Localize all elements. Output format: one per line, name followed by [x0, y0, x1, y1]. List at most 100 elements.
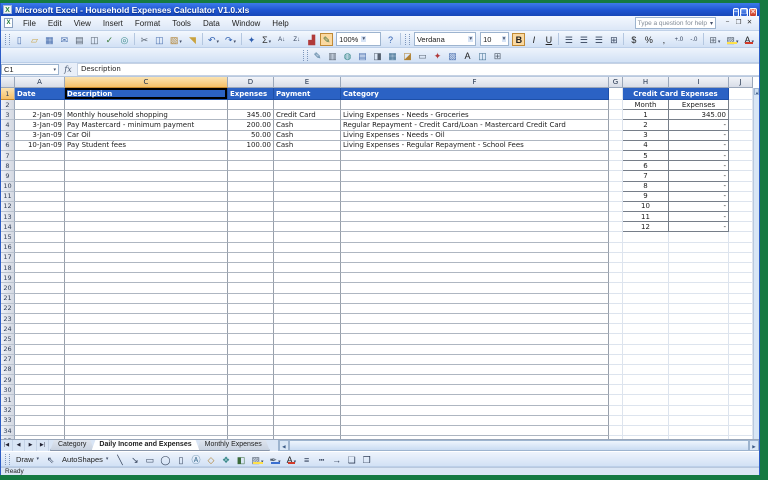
spelling-icon[interactable]: ✓ [103, 33, 116, 46]
currency-icon[interactable]: $ [627, 33, 640, 46]
cell-i[interactable] [669, 304, 729, 314]
cell-j[interactable] [729, 375, 753, 385]
dash-style-icon[interactable]: ┅ [315, 453, 328, 466]
cell-j[interactable] [729, 182, 753, 192]
cell-h[interactable] [623, 243, 669, 253]
print-icon[interactable]: ▤ [73, 33, 86, 46]
cc-month[interactable]: 1 [623, 110, 669, 120]
cell-category[interactable] [341, 375, 609, 385]
cell-date[interactable] [15, 232, 65, 242]
menu-help[interactable]: Help [266, 18, 294, 29]
cell-expenses[interactable] [228, 161, 274, 171]
cell-expenses[interactable] [228, 314, 274, 324]
row-header-25[interactable]: 25 [1, 334, 15, 344]
cell-category[interactable] [341, 161, 609, 171]
zoom-combo[interactable]: 100%▾ [336, 32, 381, 46]
cell-date[interactable] [15, 212, 65, 222]
open-icon[interactable]: ▱ [28, 33, 41, 46]
cell-j[interactable] [729, 263, 753, 273]
column-header-G[interactable]: G [609, 77, 623, 88]
comma-icon[interactable]: , [657, 33, 670, 46]
addin-5-icon[interactable]: ◨ [371, 49, 384, 62]
cell-h[interactable] [623, 395, 669, 405]
align-center-icon[interactable]: ☰ [577, 33, 590, 46]
restore-doc-button[interactable]: ❒ [733, 18, 744, 28]
row-header-23[interactable]: 23 [1, 314, 15, 324]
cell-j[interactable] [729, 334, 753, 344]
cell-description[interactable] [65, 365, 228, 375]
cell-date[interactable] [15, 192, 65, 202]
addin-4-icon[interactable]: ▤ [356, 49, 369, 62]
cell-g[interactable] [609, 161, 623, 171]
close-doc-button[interactable]: ✕ [744, 18, 755, 28]
menu-edit[interactable]: Edit [42, 18, 68, 29]
cell-payment[interactable] [274, 395, 341, 405]
cell-h[interactable] [623, 375, 669, 385]
cell-g[interactable] [609, 100, 623, 110]
cell-expenses[interactable] [228, 324, 274, 334]
cell-expenses[interactable] [228, 151, 274, 161]
cell-j[interactable] [729, 436, 753, 439]
cell-description[interactable] [65, 324, 228, 334]
column-header-C[interactable]: C [65, 77, 228, 88]
cell-g[interactable] [609, 294, 623, 304]
cell-j[interactable] [729, 406, 753, 416]
cell-expenses[interactable] [228, 426, 274, 436]
cell-i[interactable] [669, 436, 729, 439]
cell-j[interactable] [729, 222, 753, 232]
cell-h[interactable] [623, 406, 669, 416]
menu-data[interactable]: Data [197, 18, 226, 29]
title-bar[interactable]: X Microsoft Excel - Household Expenses C… [1, 3, 759, 16]
paste-icon[interactable]: ▧▾ [168, 33, 184, 46]
cell-description[interactable] [65, 334, 228, 344]
cell-g[interactable] [609, 192, 623, 202]
cell-g[interactable] [609, 314, 623, 324]
cell-i[interactable] [669, 263, 729, 273]
row-header-21[interactable]: 21 [1, 294, 15, 304]
cell-payment[interactable] [274, 416, 341, 426]
cell-h[interactable] [623, 334, 669, 344]
cell-i[interactable] [669, 395, 729, 405]
cell-category[interactable] [341, 202, 609, 212]
cell-date[interactable] [15, 263, 65, 273]
cell-description[interactable] [65, 243, 228, 253]
cell-h[interactable] [623, 283, 669, 293]
addin-2-icon[interactable]: ▥ [326, 49, 339, 62]
cell-j[interactable] [729, 202, 753, 212]
scroll-left-icon[interactable]: ◀ [279, 440, 289, 451]
row-header-22[interactable]: 22 [1, 304, 15, 314]
cc-month[interactable]: 2 [623, 120, 669, 130]
cell-category[interactable] [341, 171, 609, 181]
cell-category[interactable] [341, 151, 609, 161]
cell-j[interactable] [729, 416, 753, 426]
help-icon[interactable]: ? [384, 33, 397, 46]
cell-h[interactable] [623, 314, 669, 324]
cell-payment[interactable] [274, 171, 341, 181]
line-icon[interactable]: ╲ [113, 453, 126, 466]
cell-date[interactable]: 2-Jan-09 [15, 110, 65, 120]
cell-h[interactable] [623, 355, 669, 365]
addin-13-icon[interactable]: ⊞ [491, 49, 504, 62]
cell-j[interactable] [729, 100, 753, 110]
column-header-D[interactable]: D [228, 77, 274, 88]
cell-description[interactable] [65, 253, 228, 263]
cell-g[interactable] [609, 436, 623, 439]
cell-i[interactable] [669, 426, 729, 436]
cell-description[interactable] [65, 304, 228, 314]
line-color-icon[interactable]: ✒▾ [268, 453, 283, 466]
cell-h[interactable] [623, 345, 669, 355]
cell-expenses[interactable] [228, 395, 274, 405]
chart-wizard-icon[interactable]: ▟ [305, 33, 318, 46]
cc-month-label[interactable]: Month [623, 100, 669, 110]
cell-expenses[interactable] [228, 436, 274, 439]
cell-category[interactable] [341, 294, 609, 304]
row-header-27[interactable]: 27 [1, 355, 15, 365]
cell-payment[interactable] [274, 385, 341, 395]
cc-expense[interactable]: - [669, 120, 729, 130]
autosum-icon[interactable]: Σ▾ [260, 33, 273, 46]
column-header-I[interactable]: I [669, 77, 729, 88]
cell-description[interactable]: Car Oil [65, 131, 228, 141]
cell-expenses[interactable] [228, 100, 274, 110]
increase-decimal-icon[interactable]: +.0 [672, 33, 685, 46]
cc-expense[interactable]: 345.00 [669, 110, 729, 120]
